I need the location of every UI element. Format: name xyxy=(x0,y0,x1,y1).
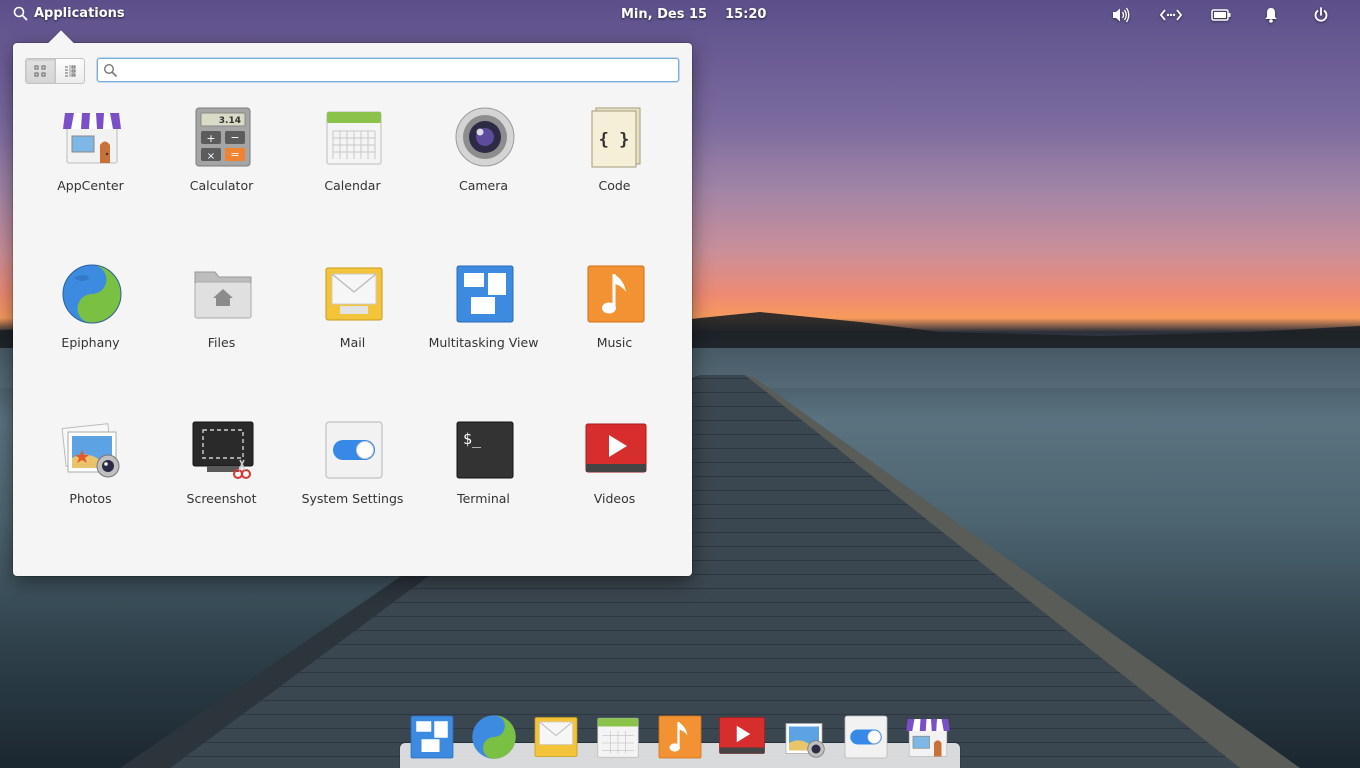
app-label: Mail xyxy=(339,335,366,350)
terminal-icon: $_ xyxy=(456,421,514,479)
dock-item-mail[interactable] xyxy=(532,713,580,761)
dock-item-photos[interactable] xyxy=(780,713,828,761)
app-calculator[interactable]: 3.14 + − × = Calculator xyxy=(156,105,286,205)
app-screenshot[interactable]: Screenshot xyxy=(156,418,286,518)
battery-icon xyxy=(1211,9,1231,21)
view-mode-switcher xyxy=(25,58,85,84)
epiphany-icon xyxy=(472,715,516,759)
indicator-area xyxy=(1096,5,1346,25)
volume-icon xyxy=(1113,7,1130,23)
settings-icon xyxy=(844,715,888,759)
photos-icon xyxy=(61,423,120,478)
app-label: Music xyxy=(596,335,633,350)
svg-text:−: − xyxy=(230,131,239,144)
app-label: Camera xyxy=(458,178,509,193)
search-input[interactable] xyxy=(122,60,676,82)
dock-item-system-settings[interactable] xyxy=(842,713,890,761)
app-label: Photos xyxy=(69,491,112,506)
app-label: Videos xyxy=(593,491,636,506)
dock-item-epiphany[interactable] xyxy=(470,713,518,761)
app-calendar[interactable]: Calendar xyxy=(287,105,417,205)
datetime-indicator[interactable]: Min, Des 15 15:20 xyxy=(621,7,766,22)
app-label: AppCenter xyxy=(57,178,124,193)
screenshot-icon xyxy=(192,421,254,479)
app-multitasking-view[interactable]: Multitasking View xyxy=(418,262,548,362)
code-icon: { } xyxy=(591,107,641,168)
network-icon xyxy=(1160,9,1182,21)
top-panel: Applications Min, Des 15 15:20 xyxy=(0,0,1360,30)
mail-icon xyxy=(534,717,578,757)
dock-item-calendar[interactable] xyxy=(594,713,642,761)
mail-icon xyxy=(325,267,383,321)
app-appcenter[interactable]: AppCenter xyxy=(25,105,155,205)
category-view-button[interactable] xyxy=(54,59,85,83)
app-epiphany[interactable]: Epiphany xyxy=(25,262,155,362)
power-icon xyxy=(1314,7,1328,22)
date-label: Min, Des 15 xyxy=(621,7,708,22)
app-system-settings[interactable]: System Settings xyxy=(287,418,417,518)
app-label: Screenshot xyxy=(186,491,257,506)
camera-icon xyxy=(455,107,515,167)
multitasking-icon xyxy=(410,715,454,759)
network-indicator[interactable] xyxy=(1146,5,1196,25)
appcenter-icon xyxy=(906,719,950,757)
svg-text:=: = xyxy=(230,148,239,161)
app-terminal[interactable]: $_ Terminal xyxy=(418,418,548,518)
calculator-icon: 3.14 + − × = xyxy=(195,107,251,167)
app-music[interactable]: Music xyxy=(549,262,679,362)
photos-icon xyxy=(785,723,825,758)
app-label: Code xyxy=(598,178,631,193)
dock-item-appcenter[interactable] xyxy=(904,713,952,761)
search-icon xyxy=(103,63,117,77)
files-icon xyxy=(194,271,252,319)
app-videos[interactable]: Videos xyxy=(549,418,679,518)
svg-text:{ }: { } xyxy=(599,130,630,150)
videos-icon xyxy=(719,717,765,754)
music-icon xyxy=(658,715,702,759)
svg-text:+: + xyxy=(206,132,215,145)
applications-label: Applications xyxy=(34,6,125,21)
calculator-display: 3.14 xyxy=(219,116,241,126)
terminal-prompt: $_ xyxy=(463,430,482,448)
app-camera[interactable]: Camera xyxy=(418,105,548,205)
multitasking-icon xyxy=(456,265,514,323)
app-code[interactable]: { } Code xyxy=(549,105,679,205)
settings-icon xyxy=(325,421,383,479)
battery-indicator[interactable] xyxy=(1196,5,1246,25)
music-icon xyxy=(587,265,645,323)
power-indicator[interactable] xyxy=(1296,5,1346,25)
app-label: System Settings xyxy=(301,491,404,506)
grid-view-button[interactable] xyxy=(26,59,55,83)
app-label: Files xyxy=(207,335,236,350)
appcenter-icon xyxy=(63,113,121,164)
dock-item-music[interactable] xyxy=(656,713,704,761)
search-field[interactable] xyxy=(97,58,679,82)
epiphany-icon xyxy=(62,264,122,324)
app-mail[interactable]: Mail xyxy=(287,262,417,362)
app-label: Calendar xyxy=(324,178,381,193)
search-icon xyxy=(13,6,28,21)
dock-item-multitasking-view[interactable] xyxy=(408,713,456,761)
popover-arrow xyxy=(48,30,74,56)
volume-indicator[interactable] xyxy=(1096,5,1146,25)
app-label: Multitasking View xyxy=(428,335,539,350)
time-label: 15:20 xyxy=(725,7,767,22)
category-view-icon xyxy=(64,65,76,77)
applications-launcher: AppCenter 3.14 + − × = Calculator Calend… xyxy=(13,30,692,576)
notifications-icon xyxy=(1265,8,1277,23)
app-photos[interactable]: Photos xyxy=(25,418,155,518)
applications-menu-button[interactable]: Applications xyxy=(13,6,125,21)
app-label: Terminal xyxy=(457,491,510,506)
app-label: Epiphany xyxy=(61,335,120,350)
calendar-icon xyxy=(326,111,382,165)
dock-item-videos[interactable] xyxy=(718,713,766,761)
app-files[interactable]: Files xyxy=(156,262,286,362)
calendar-icon xyxy=(597,717,639,758)
videos-icon xyxy=(585,423,647,473)
svg-text:×: × xyxy=(207,151,215,162)
grid-view-icon xyxy=(34,65,46,77)
notifications-indicator[interactable] xyxy=(1246,5,1296,25)
app-label: Calculator xyxy=(189,178,254,193)
